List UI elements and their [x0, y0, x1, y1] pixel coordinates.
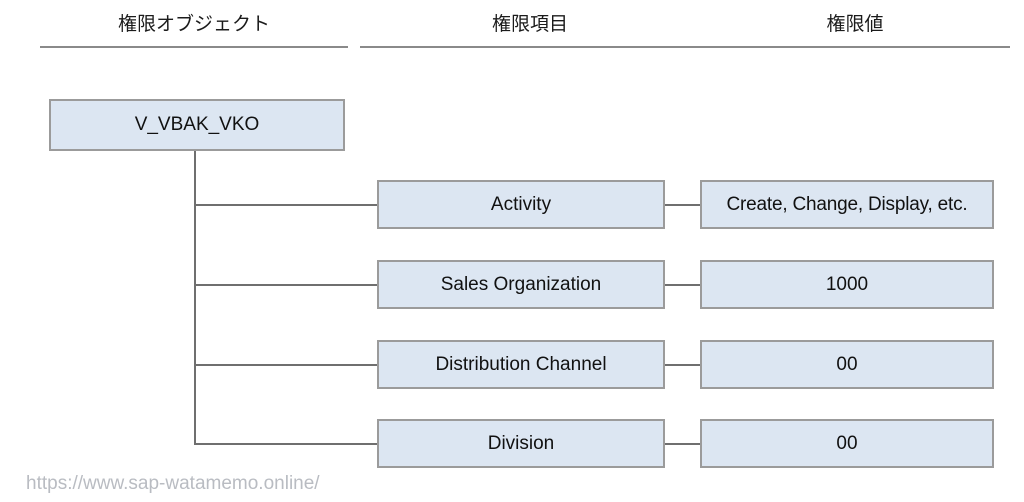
node-value-sales-organization[interactable]: 1000	[700, 260, 994, 309]
connector-branch-distribution-channel	[194, 364, 379, 366]
connector-trunk-vertical	[194, 151, 196, 445]
connector-branch-activity	[194, 204, 379, 206]
node-value-distribution-channel[interactable]: 00	[700, 340, 994, 389]
connector-activity-to-value	[665, 204, 700, 206]
column-rule-authorization-value	[700, 46, 1010, 48]
connector-distribution-channel-to-value	[665, 364, 700, 366]
column-header-authorization-object: 権限オブジェクト	[117, 14, 270, 35]
node-authorization-object[interactable]: V_VBAK_VKO	[49, 99, 345, 151]
diagram-canvas: 権限オブジェクト 権限項目 権限値 V_VBAK_VKO Activity Cr…	[0, 0, 1024, 502]
connector-branch-sales-organization	[194, 284, 379, 286]
connector-branch-division	[194, 443, 379, 445]
connector-division-to-value	[665, 443, 700, 445]
node-field-sales-organization[interactable]: Sales Organization	[377, 260, 665, 309]
watermark-url: https://www.sap-watamemo.online/	[26, 473, 320, 494]
column-rule-authorization-object	[40, 46, 348, 48]
node-field-distribution-channel[interactable]: Distribution Channel	[377, 340, 665, 389]
node-value-division[interactable]: 00	[700, 419, 994, 468]
column-header-authorization-field: 権限項目	[491, 14, 568, 35]
column-rule-authorization-field	[360, 46, 700, 48]
node-field-activity[interactable]: Activity	[377, 180, 665, 229]
column-header-authorization-value: 権限値	[826, 14, 884, 35]
connector-sales-organization-to-value	[665, 284, 700, 286]
node-field-division[interactable]: Division	[377, 419, 665, 468]
node-value-activity[interactable]: Create, Change, Display, etc.	[700, 180, 994, 229]
